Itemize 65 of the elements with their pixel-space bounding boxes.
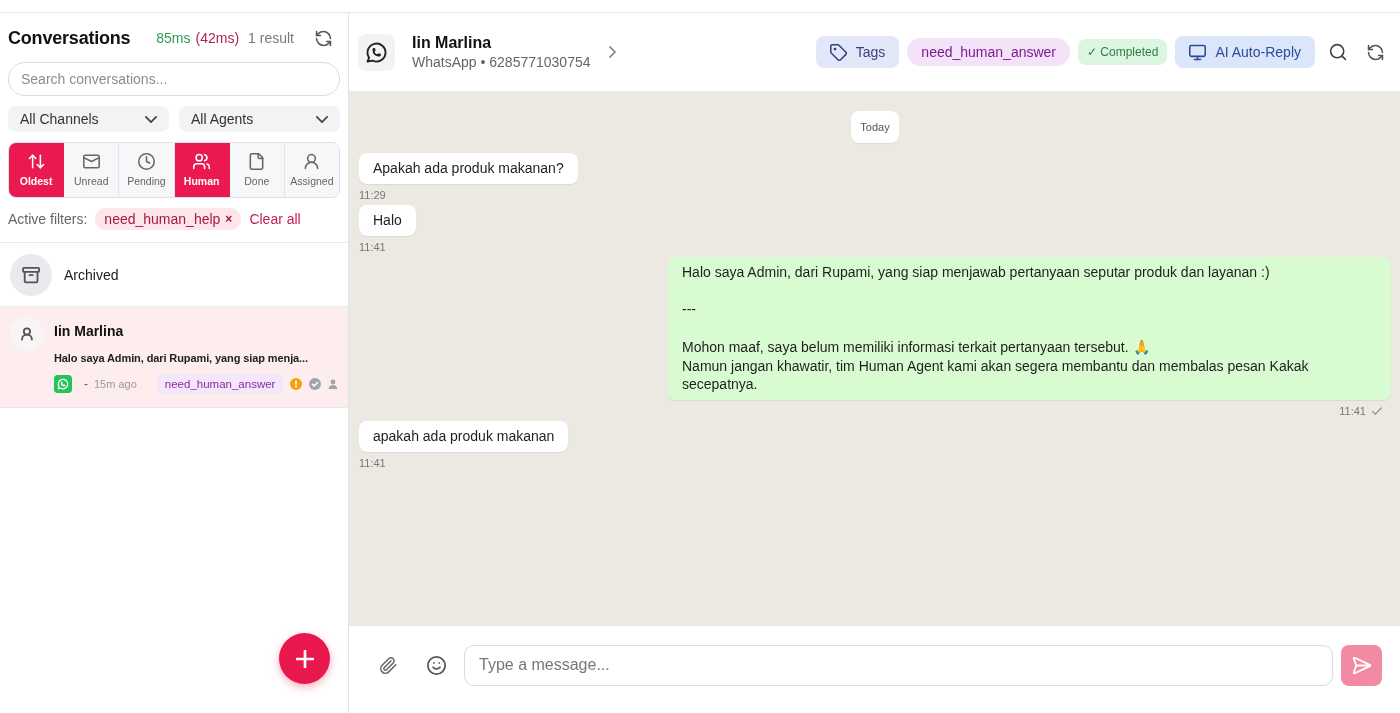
filter-button[interactable]: Oldest <box>9 143 65 197</box>
monitor-icon <box>1189 43 1207 61</box>
message-time: 11:41 <box>359 456 386 470</box>
clock-icon <box>137 153 155 170</box>
conversation-item[interactable]: Iin Marlina Halo saya Admin, dari Rupami, yang siap menja... - 15m ago need_human_answer <box>0 307 348 408</box>
filter-button[interactable]: Unread <box>64 143 120 197</box>
contact-name: Iin Marlina <box>54 322 125 341</box>
result-count: 1 result <box>248 30 294 46</box>
message-preview: Halo saya Admin, dari Rupami, yang siap menja... <box>54 351 309 366</box>
archive-icon <box>10 253 52 296</box>
conversation-tag: need_human_answer <box>156 374 284 394</box>
paperclip-icon[interactable] <box>380 656 397 674</box>
tags-button[interactable]: Tags <box>815 36 900 68</box>
panel-title: Conversations <box>8 27 131 49</box>
sort-arrows-icon <box>27 153 45 170</box>
message-time: 11:41 <box>359 241 386 254</box>
message-time: 11:41 <box>1339 404 1366 418</box>
ai-auto-reply-button[interactable]: AI Auto-Reply <box>1175 36 1315 68</box>
filter-dropdown[interactable]: All Agents <box>179 106 340 132</box>
user-avatar-icon <box>10 317 44 351</box>
check-circle-icon <box>309 378 322 390</box>
filter-dropdown[interactable]: All Channels <box>8 106 169 132</box>
send-icon <box>1352 656 1371 674</box>
message-input[interactable]: Type a message... <box>464 644 1333 686</box>
clear-all-link[interactable]: Clear all <box>249 211 301 227</box>
contact-channel: WhatsApp • 6285771030754 <box>412 52 591 72</box>
document-icon <box>248 153 266 170</box>
filter-chip-label: need_human_help <box>104 211 221 227</box>
mail-icon <box>82 153 100 170</box>
filter-button[interactable]: Pending <box>119 143 175 197</box>
person-icon <box>328 379 339 389</box>
timing-secondary-text: (42ms) <box>195 30 240 46</box>
users-icon <box>193 153 211 170</box>
contact-name: Iin Marlina <box>412 32 493 53</box>
message-bubble: Halo saya Admin, dari Rupami, yang siap menjawab pertanyaan seputar produk dan layanan :) --- Mohon maaf, saya belum memiliki informasi terkait pertanyaan tersebut. 🙏 Namun jangan khawatir, tim Human Agent kami akan segera membantu dan membalas pesan Kakak secepatnya. <box>668 257 1391 400</box>
time-ago: 15m ago <box>94 378 137 390</box>
message-bubble: Halo <box>359 205 416 236</box>
message-time: 11:29 <box>359 189 386 202</box>
user-icon <box>303 153 321 170</box>
remove-filter-button[interactable]: × <box>225 213 233 225</box>
message-bubble: apakah ada produk makanan <box>359 420 569 452</box>
tag-icon <box>829 43 847 61</box>
chevron-right-icon[interactable] <box>608 46 616 58</box>
refresh-icon[interactable] <box>1367 43 1384 61</box>
conversation-tag: need_human_answer <box>907 38 1070 66</box>
filter-button[interactable]: Human <box>174 143 230 197</box>
filter-button[interactable]: Assigned <box>284 143 339 197</box>
search-field[interactable]: Search conversations... <box>8 62 340 96</box>
refresh-icon[interactable] <box>315 29 332 47</box>
chevron-down-icon <box>316 115 328 123</box>
separator-text: - <box>84 377 88 391</box>
whatsapp-icon <box>358 33 395 71</box>
whatsapp-icon <box>54 375 72 393</box>
plus-icon <box>295 649 314 668</box>
add-button[interactable] <box>279 633 330 684</box>
alert-icon <box>290 378 303 390</box>
chevron-down-icon <box>145 115 157 123</box>
active-filters-label: Active filters: <box>8 211 88 227</box>
status-badge: ✓ Completed <box>1078 39 1168 65</box>
smiley-icon[interactable] <box>427 655 446 675</box>
filter-button[interactable]: Done <box>229 143 285 197</box>
check-icon <box>1372 407 1382 416</box>
message-bubble: Apakah ada produk makanan? <box>359 153 578 184</box>
timing-text: 85ms <box>156 30 191 46</box>
search-icon[interactable] <box>1329 43 1347 61</box>
